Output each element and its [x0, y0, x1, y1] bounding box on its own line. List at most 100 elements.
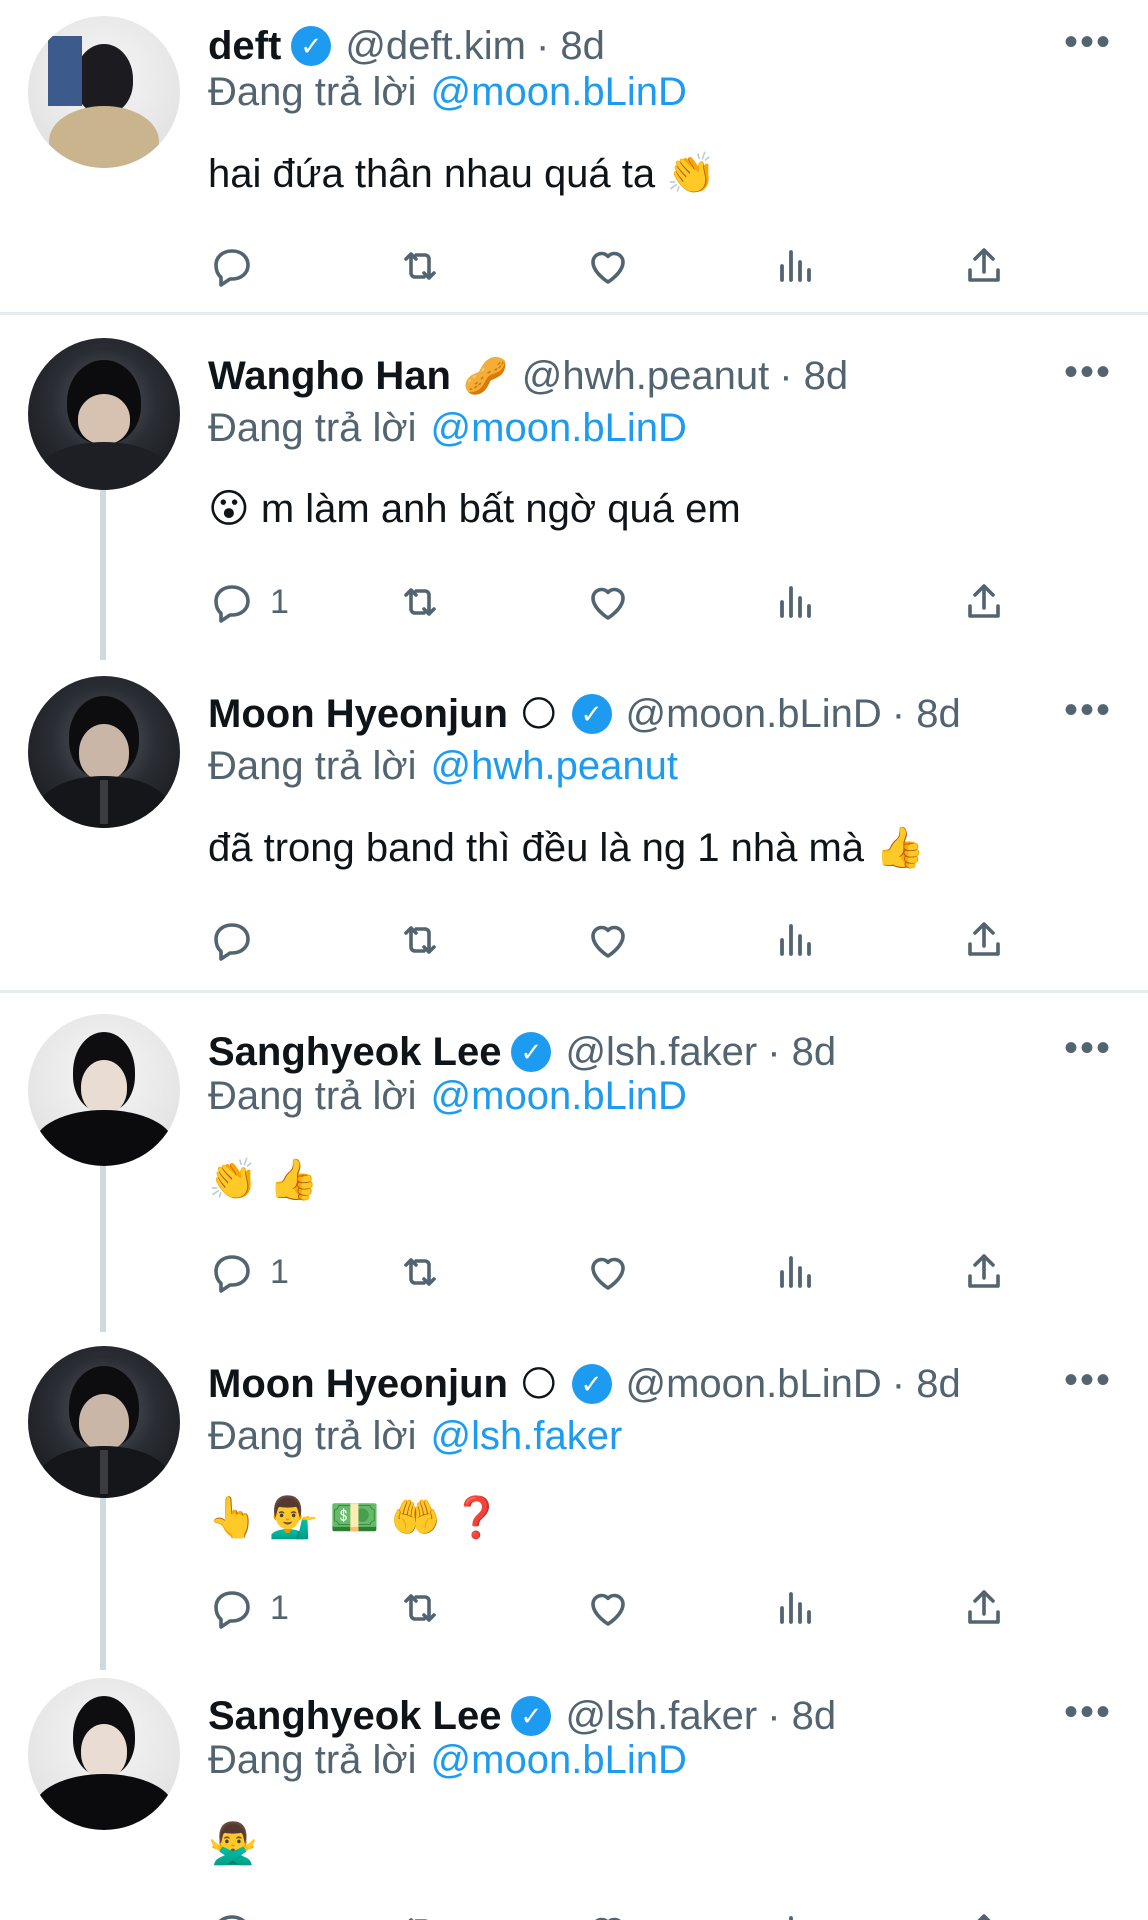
reply-icon — [208, 242, 256, 290]
mention-link[interactable]: @moon.bLinD — [431, 406, 687, 450]
share-button[interactable] — [960, 236, 1008, 296]
tweet-text: 👏 👍 — [208, 1158, 319, 1202]
user-handle[interactable]: @deft.kim — [345, 24, 526, 69]
retweet-button[interactable] — [396, 910, 444, 970]
views-button[interactable] — [772, 910, 820, 970]
share-icon — [960, 242, 1008, 290]
reply-button[interactable]: 1 — [208, 572, 289, 632]
share-button[interactable] — [960, 1578, 1008, 1638]
retweet-icon — [396, 242, 444, 290]
like-icon — [584, 1248, 632, 1296]
avatar[interactable] — [28, 338, 180, 490]
views-button[interactable] — [772, 1242, 820, 1302]
more-icon[interactable]: ••• — [1064, 1028, 1112, 1068]
tweet[interactable]: Moon Hyeonjun 🌕 ✓ @moon.bLinD · 8d ••• Đ… — [0, 1338, 1148, 1658]
retweet-button[interactable] — [396, 1902, 444, 1920]
mention-link[interactable]: @lsh.faker — [431, 1414, 623, 1458]
share-button[interactable] — [960, 910, 1008, 970]
display-name[interactable]: Moon Hyeonjun — [208, 692, 508, 737]
reply-button[interactable] — [208, 1902, 256, 1920]
timestamp[interactable]: · 8d — [779, 354, 848, 399]
user-handle[interactable]: @lsh.faker — [565, 1030, 757, 1075]
tweet[interactable]: Moon Hyeonjun 🌕 ✓ @moon.bLinD · 8d ••• Đ… — [0, 668, 1148, 988]
more-icon[interactable]: ••• — [1064, 690, 1112, 730]
user-handle[interactable]: @hwh.peanut — [522, 354, 769, 399]
views-button[interactable] — [772, 572, 820, 632]
like-button[interactable] — [584, 1578, 632, 1638]
views-button[interactable] — [772, 1902, 820, 1920]
more-icon[interactable]: ••• — [1064, 352, 1112, 392]
like-icon — [584, 578, 632, 626]
reply-button[interactable]: 1 — [208, 1242, 289, 1302]
display-name[interactable]: Sanghyeok Lee — [208, 1030, 501, 1075]
user-handle[interactable]: @moon.bLinD — [626, 692, 882, 737]
retweet-button[interactable] — [396, 572, 444, 632]
user-handle[interactable]: @moon.bLinD — [626, 1362, 882, 1407]
tweet[interactable]: deft ✓ @deft.kim · 8d ••• Đang trả lời @m… — [0, 0, 1148, 310]
avatar[interactable] — [28, 1346, 180, 1498]
timestamp[interactable]: · 8d — [892, 692, 961, 737]
timestamp[interactable]: · 8d — [892, 1362, 961, 1407]
display-name[interactable]: Wangho Han — [208, 354, 451, 399]
avatar[interactable] — [28, 676, 180, 828]
reply-icon — [208, 916, 256, 964]
display-name[interactable]: Sanghyeok Lee — [208, 1694, 501, 1739]
tweet[interactable]: Sanghyeok Lee ✓ @lsh.faker · 8d ••• Đang… — [0, 1670, 1148, 1920]
tweet-header: Sanghyeok Lee ✓ @lsh.faker · 8d — [208, 1024, 1088, 1080]
more-icon[interactable]: ••• — [1064, 22, 1112, 62]
name-emoji: 🌕 — [519, 693, 558, 734]
tweet[interactable]: Wangho Han 🥜 @hwh.peanut · 8d ••• Đang t… — [0, 330, 1148, 660]
like-button[interactable] — [584, 572, 632, 632]
display-name[interactable]: Moon Hyeonjun — [208, 1362, 508, 1407]
share-button[interactable] — [960, 1902, 1008, 1920]
reply-icon — [208, 1908, 256, 1920]
more-icon[interactable]: ••• — [1064, 1360, 1112, 1400]
retweet-icon — [396, 916, 444, 964]
timestamp[interactable]: · 8d — [767, 1030, 836, 1075]
like-button[interactable] — [584, 910, 632, 970]
action-bar: 1 — [208, 1242, 1008, 1302]
views-icon — [772, 916, 820, 964]
reply-button[interactable]: 1 — [208, 1578, 289, 1638]
reply-icon — [208, 578, 256, 626]
tweet[interactable]: Sanghyeok Lee ✓ @lsh.faker · 8d ••• Đang… — [0, 1006, 1148, 1326]
mention-link[interactable]: @moon.bLinD — [431, 70, 687, 114]
reply-button[interactable] — [208, 910, 270, 970]
avatar[interactable] — [28, 1014, 180, 1166]
action-bar: 1 — [208, 1578, 1008, 1638]
timestamp[interactable]: · 8d — [767, 1694, 836, 1739]
mention-link[interactable]: @moon.bLinD — [431, 1738, 687, 1782]
reply-button[interactable] — [208, 236, 270, 296]
like-icon — [584, 1908, 632, 1920]
display-name[interactable]: deft — [208, 24, 281, 69]
verified-badge-icon: ✓ — [571, 694, 612, 734]
views-button[interactable] — [772, 236, 820, 296]
reply-prefix: Đang trả lời — [208, 70, 417, 114]
retweet-button[interactable] — [396, 236, 444, 296]
action-bar: 1 — [208, 572, 1008, 632]
views-button[interactable] — [772, 1578, 820, 1638]
mention-link[interactable]: @moon.bLinD — [431, 1074, 687, 1118]
like-icon — [584, 1584, 632, 1632]
timestamp[interactable]: · 8d — [536, 24, 605, 69]
retweet-button[interactable] — [396, 1578, 444, 1638]
like-button[interactable] — [584, 1242, 632, 1302]
reply-prefix: Đang trả lời — [208, 1074, 417, 1118]
like-button[interactable] — [584, 236, 632, 296]
tweet-header: Sanghyeok Lee ✓ @lsh.faker · 8d — [208, 1688, 1088, 1744]
more-icon[interactable]: ••• — [1064, 1692, 1112, 1732]
avatar[interactable] — [28, 16, 180, 168]
reply-count: 1 — [270, 1252, 289, 1291]
share-icon — [960, 1584, 1008, 1632]
replying-to: Đang trả lời @moon.bLinD — [208, 1738, 687, 1783]
share-button[interactable] — [960, 572, 1008, 632]
retweet-button[interactable] — [396, 1242, 444, 1302]
like-button[interactable] — [584, 1902, 632, 1920]
avatar[interactable] — [28, 1678, 180, 1830]
tweet-header: Moon Hyeonjun 🌕 ✓ @moon.bLinD · 8d — [208, 1356, 1088, 1412]
action-bar — [208, 1902, 1008, 1920]
share-button[interactable] — [960, 1242, 1008, 1302]
verified-badge-icon: ✓ — [291, 26, 332, 66]
mention-link[interactable]: @hwh.peanut — [431, 744, 678, 788]
user-handle[interactable]: @lsh.faker — [565, 1694, 757, 1739]
